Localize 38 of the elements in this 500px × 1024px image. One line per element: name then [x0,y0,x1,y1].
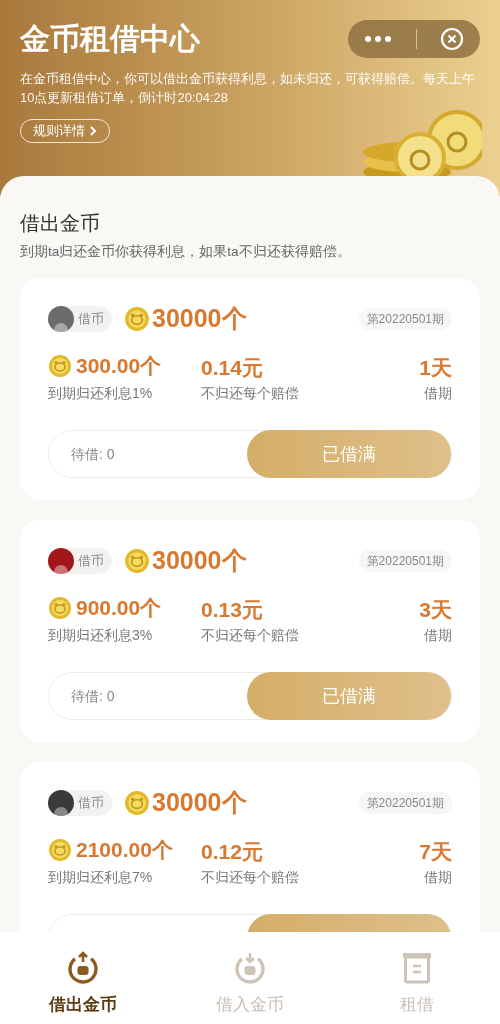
period-badge: 第20220501期 [358,308,452,330]
interest-label: 到期归还利息3% [48,626,154,646]
compensation-label: 不归还每个赔偿 [201,868,299,888]
term-value: 1天 [419,355,452,382]
full-button[interactable]: 已借满 [247,672,451,721]
term-label: 借期 [424,868,452,888]
pending-count: 待借: 0 [70,686,116,706]
loan-amount: 30000个 [152,545,247,577]
term-value: 3天 [419,597,452,624]
pending-count: 待借: 0 [70,444,116,464]
description-text: 在金币租借中心，你可以借出金币获得利息，如未归还，可获得赔偿。每天上午10点更新租借订单，倒计时20:04:28 [20,70,476,107]
compensation-value: 0.13元 [201,597,264,624]
lender-tag: 借币 [48,548,112,574]
interest-value: 900.00个 [76,594,162,621]
section-subtitle: 到期ta归还金币你获得利息，如果ta不归还获得赔偿。 [19,243,352,261]
page-title: 金币租借中心 [20,21,200,57]
period-badge: 第20220501期 [358,792,452,814]
period-badge: 第20220501期 [358,550,452,572]
loan-amount: 30000个 [152,303,247,335]
loan-amount: 30000个 [152,787,247,819]
tab[interactable]: 借入金币 [166,932,334,1024]
compensation-value: 0.14元 [201,355,264,382]
lender-tag: 借币 [48,306,112,332]
compensation-label: 不归还每个赔偿 [201,626,299,646]
interest-value: 300.00个 [76,352,162,379]
full-button[interactable]: 已借满 [247,430,451,479]
term-value: 7天 [419,839,452,866]
interest-value: 2100.00个 [76,836,173,863]
tab[interactable]: 租借 [333,932,500,1024]
term-label: 借期 [424,384,452,404]
compensation-value: 0.12元 [201,839,264,866]
interest-label: 到期归还利息1% [48,384,154,404]
section-title: 借出金币 [19,211,101,236]
interest-label: 到期归还利息7% [48,868,154,888]
compensation-label: 不归还每个赔偿 [201,384,299,404]
term-label: 借期 [424,626,452,646]
tab[interactable]: 借出金币 [0,932,167,1024]
lender-tag: 借币 [48,790,112,816]
